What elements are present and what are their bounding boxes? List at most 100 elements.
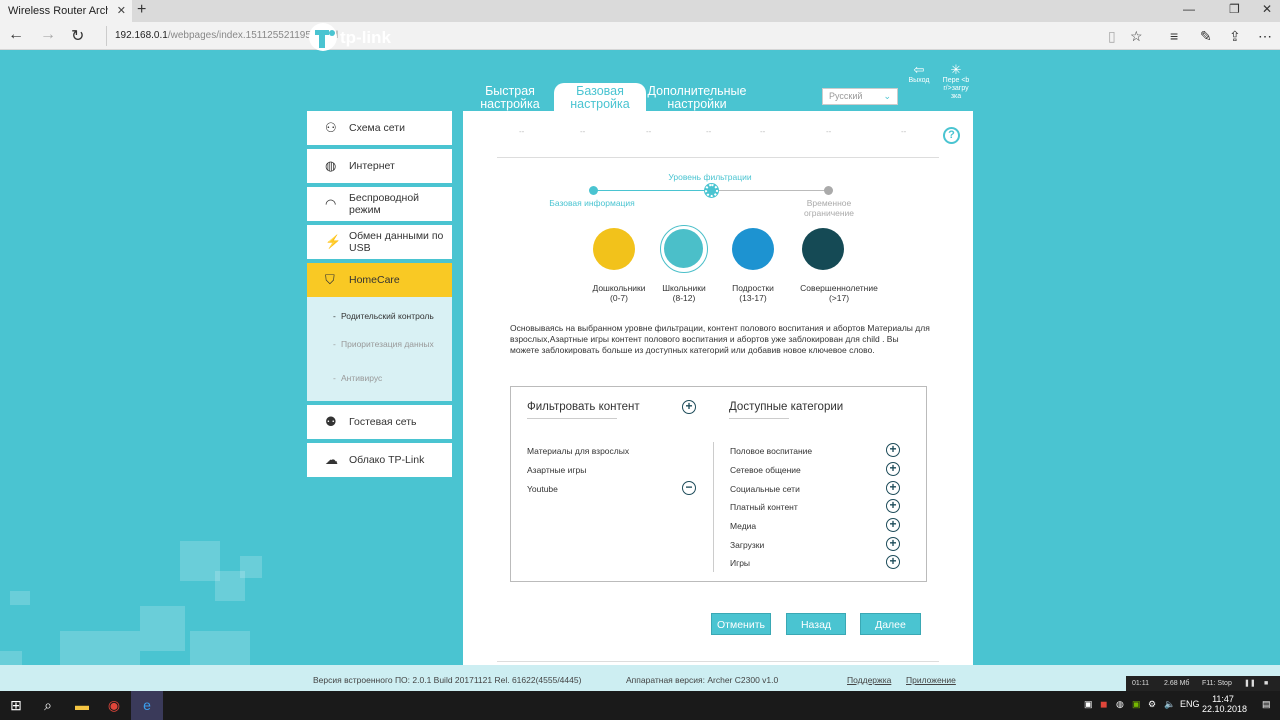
level-name: Школьники — [662, 283, 706, 293]
tab-quick-setup[interactable]: Быстрая настройка — [470, 85, 550, 111]
windows-start-icon[interactable]: ⊞ — [0, 691, 32, 720]
divider — [497, 157, 939, 158]
level-range: (13-17) — [739, 293, 767, 303]
new-tab-icon[interactable]: + — [137, 1, 146, 19]
available-item: Социальные сети — [730, 484, 800, 494]
placeholder-dash: -- — [901, 127, 907, 136]
reboot-icon: ✳ — [950, 62, 962, 77]
notes-icon[interactable]: ✎ — [1200, 28, 1212, 45]
sidebar-item-homecare[interactable]: ⛉ HomeCare — [307, 263, 452, 297]
sidebar-item-label: Беспроводной режим — [349, 192, 420, 216]
homecare-submenu: - Родительский контроль - Приоритезация … — [307, 297, 452, 401]
placeholder-dash: -- — [706, 127, 712, 136]
share-icon[interactable]: ⇪ — [1229, 28, 1241, 45]
stats-hint: F11: Stop — [1202, 680, 1232, 687]
stop-icon[interactable]: ■ — [1264, 676, 1268, 692]
tray-app-icon[interactable]: ◍ — [1116, 699, 1124, 710]
add-category-button[interactable]: + — [886, 481, 900, 495]
hub-icon[interactable]: ≡ — [1170, 28, 1178, 44]
favorite-star-icon[interactable]: ☆ — [1130, 28, 1143, 45]
next-button[interactable]: Далее — [860, 613, 921, 635]
sidebar-item-usb[interactable]: ⚡ Обмен данными по USB — [307, 225, 452, 259]
sidebar-item-network-map[interactable]: ⚇ Схема сети — [307, 111, 452, 145]
search-icon[interactable]: ⌕ — [32, 691, 64, 720]
add-category-button[interactable]: + — [886, 499, 900, 513]
more-icon[interactable]: ⋯ — [1258, 28, 1272, 45]
notifications-icon[interactable]: ▤ — [1262, 699, 1271, 710]
level-circle-school-selected-ring[interactable] — [660, 225, 708, 273]
volume-icon[interactable]: 🔈 — [1164, 699, 1175, 710]
tray-app-icon[interactable]: ◼ — [1100, 699, 1107, 710]
submenu-item-parental-control[interactable]: - Родительский контроль — [333, 311, 434, 321]
filter-description: Основываясь на выбранном уровне фильтрац… — [510, 323, 930, 355]
level-circle-preschool[interactable] — [593, 228, 635, 270]
decor-square — [190, 631, 250, 665]
app-link[interactable]: Приложение — [906, 675, 956, 685]
level-range: (>17) — [828, 293, 850, 303]
input-language[interactable]: ENG — [1180, 699, 1200, 709]
sidebar-item-label: HomeCare — [349, 274, 400, 286]
step-label-basic: Базовая информация — [549, 198, 635, 208]
minus-icon: − — [685, 480, 693, 494]
url-field[interactable]: 192.168.0.1/webpages/index.1511255211956… — [106, 26, 1096, 46]
placeholder-dash: -- — [519, 127, 525, 136]
placeholder-dash: -- — [646, 127, 652, 136]
decor-square — [140, 606, 185, 651]
plus-icon: + — [889, 461, 897, 475]
tab-basic[interactable]: Базовая настройка — [554, 83, 646, 111]
sidebar-item-label: Схема сети — [349, 122, 405, 134]
stats-size: 2.68 Мб — [1164, 680, 1190, 687]
plus-icon: + — [889, 442, 897, 456]
reading-view-icon[interactable]: ▯ — [1108, 28, 1116, 45]
forward-icon[interactable]: → — [40, 26, 56, 44]
submenu-label: Антивирус — [341, 373, 383, 383]
restore-icon[interactable]: ❐ — [1229, 2, 1240, 16]
cloud-icon: ☁ — [325, 452, 338, 467]
edge-icon[interactable]: e — [131, 691, 163, 720]
level-circle-teens[interactable] — [732, 228, 774, 270]
support-link[interactable]: Поддержка — [847, 675, 891, 685]
pause-icon[interactable]: ❚❚ — [1244, 676, 1256, 692]
add-category-button[interactable]: + — [886, 537, 900, 551]
nvidia-icon[interactable]: ▣ — [1132, 699, 1141, 710]
add-category-button[interactable]: + — [886, 555, 900, 569]
network-map-icon: ⚇ — [325, 120, 337, 135]
tray-app-icon[interactable]: ▣ — [1084, 699, 1093, 710]
column-divider — [713, 442, 714, 572]
reboot-button[interactable]: ✳ Пере <b r/>загру зка — [938, 63, 974, 101]
back-button[interactable]: Назад — [786, 613, 846, 635]
cancel-button[interactable]: Отменить — [711, 613, 771, 635]
tab-label: Дополнительные настройки — [647, 84, 747, 111]
clock[interactable]: 11:47 22.10.2018 — [1202, 694, 1247, 714]
close-icon[interactable]: ✕ — [117, 4, 126, 17]
plus-icon: + — [889, 554, 897, 568]
sidebar-item-guest-network[interactable]: ⚉ Гостевая сеть — [307, 405, 452, 439]
browser-tab[interactable]: Wireless Router Archer ✕ — [0, 0, 132, 22]
submenu-label: Приоритезация данных — [341, 339, 434, 349]
language-select[interactable]: Русский ⌄ — [822, 88, 898, 105]
submenu-item-qos[interactable]: - Приоритезация данных — [333, 339, 434, 349]
remove-youtube-button[interactable]: − — [682, 481, 696, 495]
level-circle-adults[interactable] — [802, 228, 844, 270]
help-icon[interactable]: ? — [943, 127, 960, 144]
back-icon[interactable]: ← — [8, 26, 24, 44]
add-category-button[interactable]: + — [886, 518, 900, 532]
sidebar-item-wireless[interactable]: ◠ Беспроводной режим — [307, 187, 452, 221]
refresh-icon[interactable]: ↻ — [71, 26, 84, 46]
sidebar-item-internet[interactable]: ◍ Интернет — [307, 149, 452, 183]
sidebar-item-cloud[interactable]: ☁ Облако TP-Link — [307, 443, 452, 477]
file-explorer-icon[interactable]: ▬ — [66, 691, 98, 720]
add-category-button[interactable]: + — [886, 462, 900, 476]
logout-button[interactable]: ⇦ Выход — [904, 63, 934, 85]
usb-icon: ⚡ — [325, 234, 342, 249]
chrome-icon[interactable]: ◉ — [98, 691, 130, 720]
submenu-item-antivirus[interactable]: - Антивирус — [333, 373, 383, 383]
filtered-item: Youtube — [527, 484, 558, 494]
tab-advanced[interactable]: Дополнительные настройки — [645, 85, 749, 111]
level-range: (0-7) — [610, 293, 628, 303]
tray-app-icon[interactable]: ⚙ — [1148, 699, 1156, 710]
add-keyword-button[interactable]: + — [682, 400, 696, 414]
window-close-icon[interactable]: ✕ — [1262, 2, 1272, 16]
add-category-button[interactable]: + — [886, 443, 900, 457]
minimize-icon[interactable]: — — [1183, 2, 1195, 16]
